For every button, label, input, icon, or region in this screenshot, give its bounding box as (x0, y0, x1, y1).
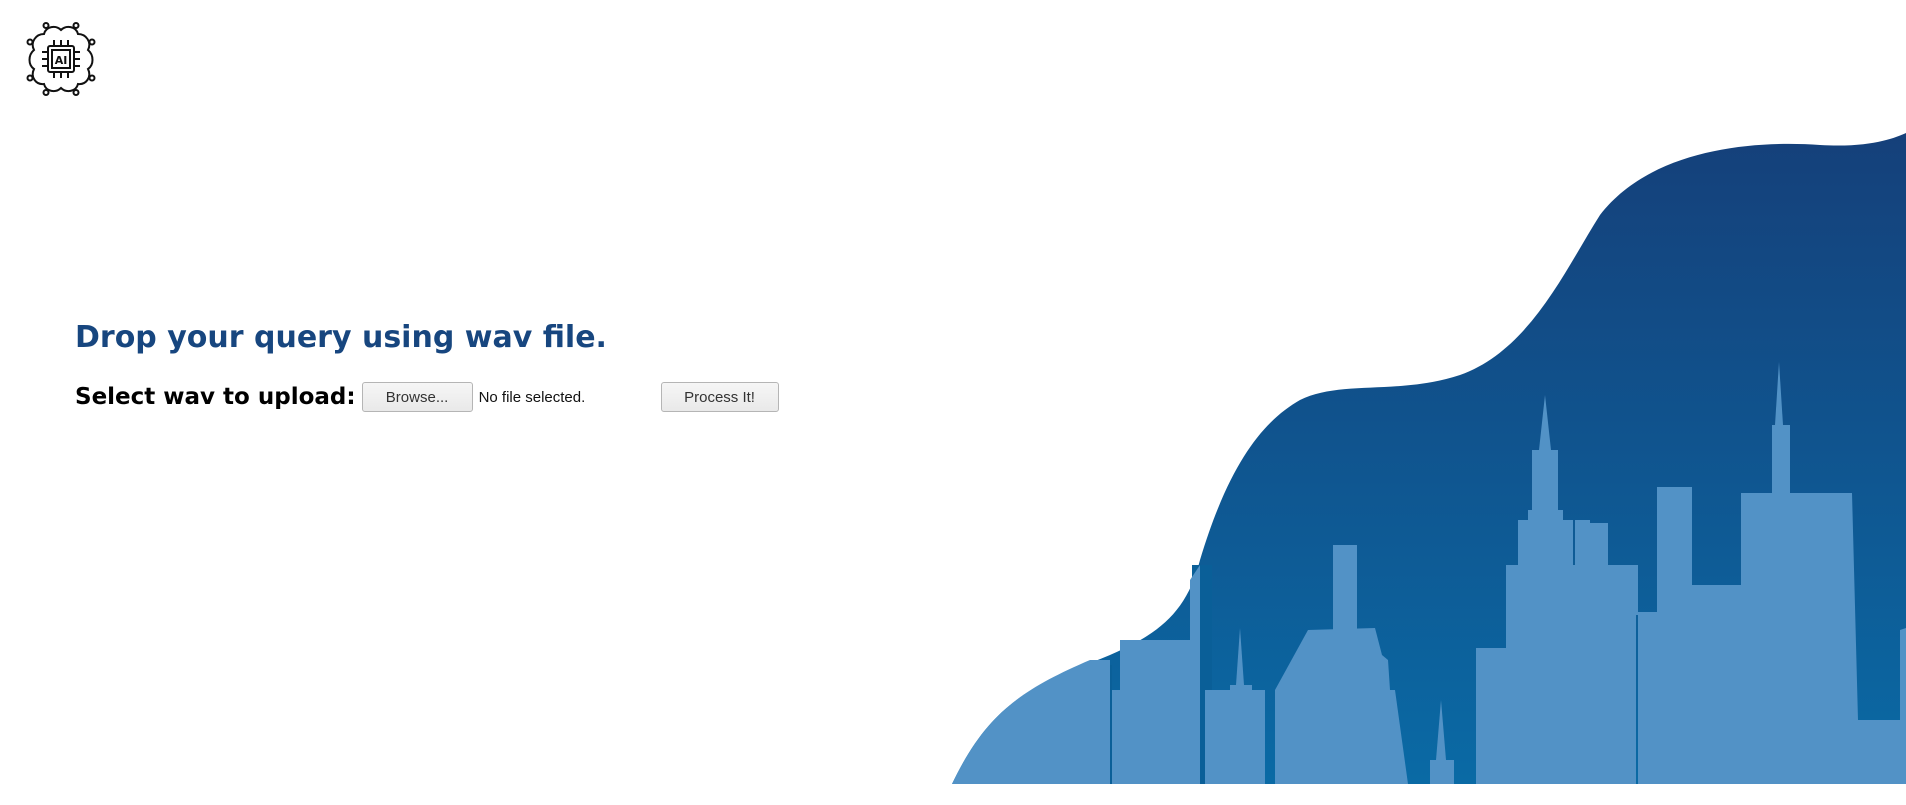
ai-logo: AI (24, 22, 98, 96)
page: AI Drop your query using wav file. Selec… (0, 0, 1906, 805)
upload-form: Select wav to upload: Browse... No file … (75, 381, 779, 413)
logo-text: AI (55, 54, 68, 67)
browse-button[interactable]: Browse... (361, 382, 473, 412)
upload-label: Select wav to upload: (75, 384, 356, 410)
ai-chip-brain-icon: AI (26, 22, 96, 96)
page-heading: Drop your query using wav file. (75, 320, 607, 355)
content-area: AI Drop your query using wav file. Selec… (0, 0, 1906, 784)
upload-section: Drop your query using wav file. Select w… (75, 320, 779, 413)
bottom-strip (0, 784, 1906, 805)
process-button[interactable]: Process It! (660, 382, 779, 412)
file-status-text: No file selected. (478, 388, 586, 406)
